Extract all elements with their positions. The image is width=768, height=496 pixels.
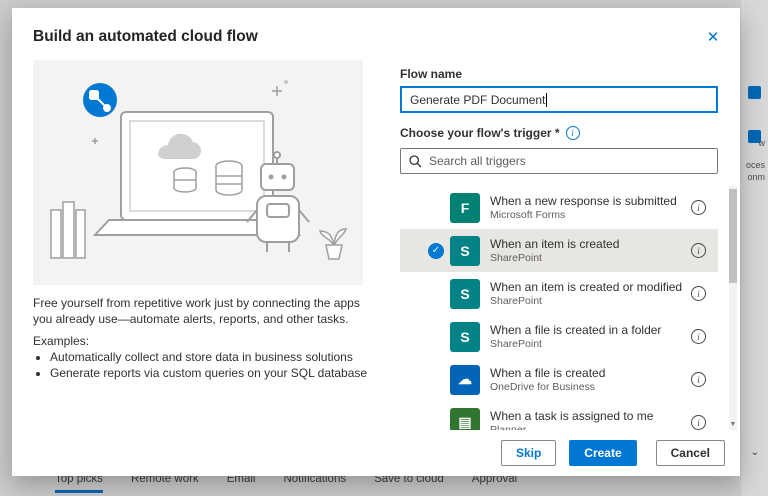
examples-list: Automatically collect and store data in … <box>50 350 380 382</box>
scroll-down-arrow-icon[interactable]: ▼ <box>729 419 737 430</box>
info-icon[interactable]: i <box>691 200 706 215</box>
trigger-row-item-created[interactable]: ✓ S When an item is created SharePoint i <box>400 229 718 272</box>
info-icon[interactable]: i <box>691 372 706 387</box>
trigger-app: OneDrive for Business <box>490 380 596 393</box>
info-icon[interactable]: i <box>565 126 580 140</box>
flow-name-value: Generate PDF Document <box>410 92 546 107</box>
dialog-footer: Skip Create Cancel <box>500 440 725 466</box>
trigger-search-box[interactable] <box>400 148 718 174</box>
planner-icon: ▤ <box>450 407 480 430</box>
flow-name-label: Flow name <box>400 67 463 81</box>
trigger-row-forms-response[interactable]: F When a new response is submitted Micro… <box>400 186 718 229</box>
trigger-title: When a new response is submitted <box>490 193 677 208</box>
cancel-button[interactable]: Cancel <box>655 440 725 466</box>
flow-name-input[interactable]: Generate PDF Document <box>400 86 718 113</box>
text-caret <box>546 92 548 107</box>
illustration-drawing <box>50 80 348 260</box>
trigger-app: SharePoint <box>490 251 542 264</box>
search-input[interactable] <box>429 149 709 173</box>
info-icon[interactable]: i <box>691 415 706 430</box>
onedrive-icon: ☁ <box>450 364 480 395</box>
sharepoint-icon: S <box>450 235 480 266</box>
trigger-title: When an item is created or modified <box>490 279 683 294</box>
examples-label: Examples: <box>33 334 90 348</box>
trigger-row-item-created-modified[interactable]: S When an item is created or modified Sh… <box>400 272 718 315</box>
trigger-label: Choose your flow's trigger * <box>400 126 560 140</box>
build-flow-dialog: Build an automated cloud flow ✕ Free you… <box>12 8 740 476</box>
scrollbar-thumb[interactable] <box>729 189 737 283</box>
trigger-title: When a file is created in a folder <box>490 322 662 337</box>
trigger-app: Microsoft Forms <box>490 208 566 221</box>
trigger-title: When a file is created <box>490 365 606 380</box>
sharepoint-icon: S <box>450 321 480 352</box>
flow-illustration <box>33 60 363 285</box>
selected-check-icon: ✓ <box>428 242 444 259</box>
example-item: Generate reports via custom queries on y… <box>50 366 380 381</box>
dialog-description: Free yourself from repetitive work just … <box>33 296 360 326</box>
trigger-app: Planner <box>490 423 527 431</box>
trigger-row-task-assigned[interactable]: ▤ When a task is assigned to me Planner … <box>400 401 718 430</box>
sharepoint-icon: S <box>450 278 480 309</box>
trigger-title: When an item is created <box>490 236 620 251</box>
create-button[interactable]: Create <box>569 440 637 466</box>
scrollbar-track[interactable]: ▼ <box>729 186 737 430</box>
info-icon[interactable]: i <box>691 329 706 344</box>
trigger-list: F When a new response is submitted Micro… <box>400 186 738 430</box>
trigger-row-file-created[interactable]: ☁ When a file is created OneDrive for Bu… <box>400 358 718 401</box>
example-item: Automatically collect and store data in … <box>50 350 380 365</box>
trigger-app: SharePoint <box>490 337 542 350</box>
skip-button[interactable]: Skip <box>500 440 557 466</box>
trigger-app: SharePoint <box>490 294 542 307</box>
trigger-row-file-created-folder[interactable]: S When a file is created in a folder Sha… <box>400 315 718 358</box>
close-icon[interactable]: ✕ <box>700 24 726 50</box>
info-icon[interactable]: i <box>691 286 706 301</box>
trigger-title: When a task is assigned to me <box>490 408 654 423</box>
flow-config-panel: Flow name Generate PDF Document Choose y… <box>400 67 738 430</box>
dialog-title: Build an automated cloud flow <box>33 28 258 45</box>
info-icon[interactable]: i <box>691 243 706 258</box>
microsoft-forms-icon: F <box>450 192 480 223</box>
search-icon <box>409 154 422 167</box>
